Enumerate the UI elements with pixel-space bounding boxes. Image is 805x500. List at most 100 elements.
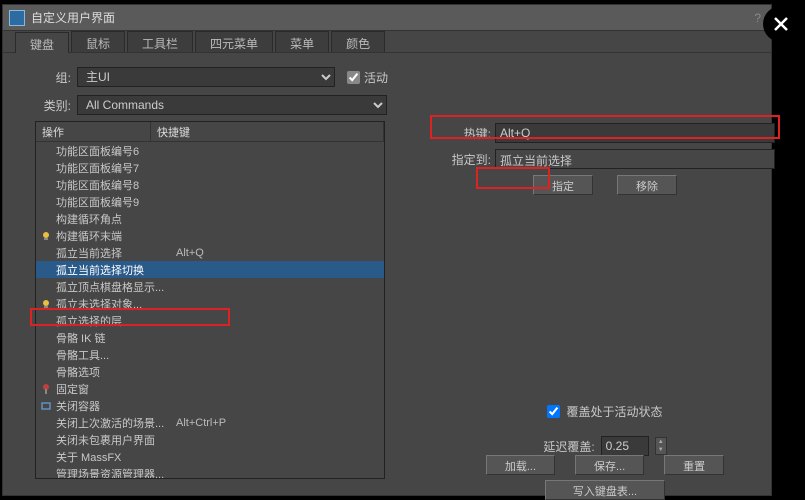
write-keyboard-button[interactable]: 写入键盘表... bbox=[545, 480, 665, 500]
list-item[interactable]: 功能区面板编号9 bbox=[36, 193, 384, 210]
item-label: 关闭上次激活的场景... bbox=[56, 415, 174, 431]
list-item[interactable]: 关闭上次激活的场景...Alt+Ctrl+P bbox=[36, 414, 384, 431]
tab-2[interactable]: 工具栏 bbox=[127, 31, 193, 52]
list-item[interactable]: 功能区面板编号7 bbox=[36, 159, 384, 176]
blank-icon bbox=[40, 247, 54, 259]
hotkey-input[interactable] bbox=[495, 123, 775, 143]
list-item[interactable]: 功能区面板编号8 bbox=[36, 176, 384, 193]
col-action[interactable]: 操作 bbox=[36, 122, 151, 141]
category-select[interactable]: All Commands bbox=[77, 95, 387, 115]
close-button[interactable] bbox=[763, 6, 799, 42]
blank-icon bbox=[40, 349, 54, 361]
item-label: 功能区面板编号8 bbox=[56, 177, 174, 193]
list-item[interactable]: 骨骼 IK 链 bbox=[36, 329, 384, 346]
list-item[interactable]: 孤立顶点棋盘格显示... bbox=[36, 278, 384, 295]
list-item[interactable]: 管理场景资源管理器... bbox=[36, 465, 384, 478]
tab-1[interactable]: 鼠标 bbox=[71, 31, 125, 52]
container-icon bbox=[40, 400, 54, 412]
list-item[interactable]: 孤立未选择对象... bbox=[36, 295, 384, 312]
col-shortcut[interactable]: 快捷键 bbox=[151, 122, 384, 141]
app-icon bbox=[9, 10, 25, 26]
list-item[interactable]: 骨骼选项 bbox=[36, 363, 384, 380]
blank-icon bbox=[40, 332, 54, 344]
delay-label: 延迟覆盖: bbox=[543, 438, 594, 455]
item-label: 关于 MassFX bbox=[56, 449, 174, 465]
item-label: 骨骼工具... bbox=[56, 347, 174, 363]
item-label: 关闭容器 bbox=[56, 398, 174, 414]
item-label: 关闭未包裹用户界面 bbox=[56, 432, 174, 448]
window-title: 自定义用户界面 bbox=[31, 9, 754, 26]
blank-icon bbox=[40, 451, 54, 463]
item-label: 管理场景资源管理器... bbox=[56, 466, 174, 479]
tab-5[interactable]: 颜色 bbox=[331, 31, 385, 52]
list-item[interactable]: 孤立选择的层 bbox=[36, 312, 384, 329]
list-item[interactable]: 固定窗 bbox=[36, 380, 384, 397]
item-label: 构建循环末端 bbox=[56, 228, 174, 244]
item-label: 功能区面板编号9 bbox=[56, 194, 174, 210]
tab-0[interactable]: 键盘 bbox=[15, 32, 69, 53]
list-header: 操作 快捷键 bbox=[36, 122, 384, 142]
item-label: 骨骼选项 bbox=[56, 364, 174, 380]
list-body[interactable]: 功能区面板编号6功能区面板编号7功能区面板编号8功能区面板编号9构建循环角点构建… bbox=[36, 142, 384, 478]
right-panel: 热键: 指定到: 孤立当前选择 指定 移除 bbox=[435, 123, 775, 195]
list-item[interactable]: 孤立当前选择切换 bbox=[36, 261, 384, 278]
reset-button[interactable]: 重置 bbox=[664, 455, 724, 475]
list-item[interactable]: 骨骼工具... bbox=[36, 346, 384, 363]
group-select[interactable]: 主UI bbox=[77, 67, 335, 87]
list-item[interactable]: 功能区面板编号6 bbox=[36, 142, 384, 159]
group-label: 组: bbox=[31, 69, 71, 86]
pin-icon bbox=[40, 383, 54, 395]
list-item[interactable]: 构建循环角点 bbox=[36, 210, 384, 227]
item-shortcut: Alt+Q bbox=[176, 247, 204, 259]
blank-icon bbox=[40, 468, 54, 479]
list-item[interactable]: 关闭未包裹用户界面 bbox=[36, 431, 384, 448]
blank-icon bbox=[40, 281, 54, 293]
delay-input[interactable] bbox=[601, 436, 649, 456]
bulb-icon bbox=[40, 230, 54, 242]
list-item[interactable]: 构建循环末端 bbox=[36, 227, 384, 244]
customize-ui-dialog: 自定义用户界面 ? 键盘鼠标工具栏四元菜单菜单颜色 组: 主UI 活动 类别: … bbox=[2, 4, 772, 496]
override-checkbox[interactable] bbox=[547, 405, 560, 418]
item-label: 固定窗 bbox=[56, 381, 174, 397]
blank-icon bbox=[40, 417, 54, 429]
save-button[interactable]: 保存... bbox=[575, 455, 644, 475]
spinner-down-icon[interactable]: ▼ bbox=[656, 446, 666, 454]
tab-3[interactable]: 四元菜单 bbox=[195, 31, 273, 52]
list-item[interactable]: 关于 MassFX bbox=[36, 448, 384, 465]
delay-spinner: 延迟覆盖: ▲▼ bbox=[435, 436, 775, 456]
assign-button[interactable]: 指定 bbox=[533, 175, 593, 195]
blank-icon bbox=[40, 434, 54, 446]
override-checkbox-wrap[interactable]: 覆盖处于活动状态 bbox=[435, 403, 775, 420]
assigned-to-value: 孤立当前选择 bbox=[495, 149, 775, 169]
item-label: 孤立当前选择 bbox=[56, 245, 174, 261]
help-icon[interactable]: ? bbox=[754, 11, 761, 25]
blank-icon bbox=[40, 145, 54, 157]
tab-4[interactable]: 菜单 bbox=[275, 31, 329, 52]
blank-icon bbox=[40, 315, 54, 327]
bottom-panel: 覆盖处于活动状态 延迟覆盖: ▲▼ 写入键盘表... bbox=[435, 403, 775, 500]
remove-button[interactable]: 移除 bbox=[617, 175, 677, 195]
active-checkbox[interactable] bbox=[347, 71, 360, 84]
titlebar: 自定义用户界面 ? bbox=[3, 5, 771, 31]
load-button[interactable]: 加载... bbox=[486, 455, 555, 475]
blank-icon bbox=[40, 366, 54, 378]
active-label: 活动 bbox=[364, 69, 388, 86]
blank-icon bbox=[40, 264, 54, 276]
spinner-buttons[interactable]: ▲▼ bbox=[655, 437, 667, 455]
blank-icon bbox=[40, 196, 54, 208]
assigned-to-label: 指定到: bbox=[435, 151, 491, 168]
active-checkbox-wrap[interactable]: 活动 bbox=[347, 69, 388, 86]
spinner-up-icon[interactable]: ▲ bbox=[656, 438, 666, 446]
content-area: 组: 主UI 活动 类别: All Commands 操作 快捷键 功能区面板编… bbox=[3, 53, 771, 493]
item-label: 孤立选择的层 bbox=[56, 313, 174, 329]
hotkey-label: 热键: bbox=[435, 125, 491, 142]
list-item[interactable]: 孤立当前选择Alt+Q bbox=[36, 244, 384, 261]
item-label: 构建循环角点 bbox=[56, 211, 174, 227]
item-label: 功能区面板编号6 bbox=[56, 143, 174, 159]
item-label: 骨骼 IK 链 bbox=[56, 330, 174, 346]
item-label: 功能区面板编号7 bbox=[56, 160, 174, 176]
item-shortcut: Alt+Ctrl+P bbox=[176, 417, 226, 429]
list-item[interactable]: 关闭容器 bbox=[36, 397, 384, 414]
override-label: 覆盖处于活动状态 bbox=[566, 403, 662, 420]
blank-icon bbox=[40, 162, 54, 174]
